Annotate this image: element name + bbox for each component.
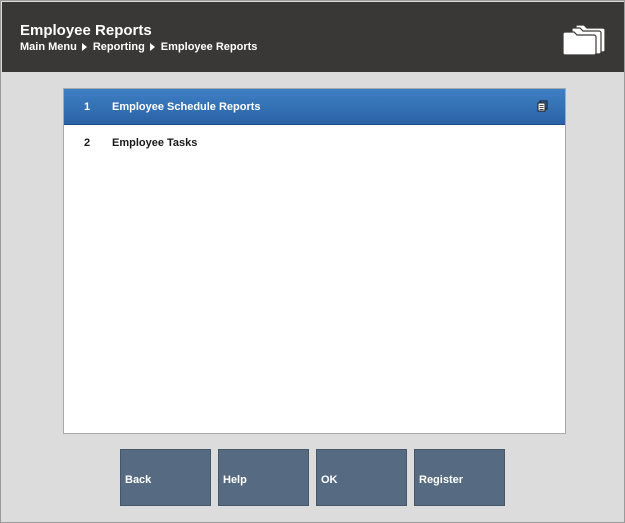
folder-stack-icon: [562, 24, 606, 55]
page-title: Employee Reports: [20, 22, 152, 39]
breadcrumb-item-reporting: Reporting: [92, 41, 145, 53]
app-window: Employee Reports Main Menu Reporting Emp…: [0, 0, 625, 523]
back-button[interactable]: Back: [120, 449, 211, 506]
breadcrumb-separator-icon: [81, 43, 87, 51]
list-item-employee-tasks[interactable]: 2 Employee Tasks: [64, 125, 565, 160]
header-bar: Employee Reports Main Menu Reporting Emp…: [2, 2, 624, 72]
list-item-label: Employee Schedule Reports: [112, 100, 261, 113]
menu-list: 1 Employee Schedule Reports 2 Employee T…: [63, 88, 566, 434]
list-item-number: 2: [84, 136, 91, 149]
list-item-number: 1: [84, 100, 91, 113]
list-item-label: Employee Tasks: [112, 136, 198, 149]
breadcrumb-item-main-menu: Main Menu: [20, 41, 77, 53]
submenu-icon: [537, 100, 548, 112]
ok-button[interactable]: OK: [316, 449, 407, 506]
list-item-employee-schedule-reports[interactable]: 1 Employee Schedule Reports: [64, 89, 565, 125]
breadcrumb: Main Menu Reporting Employee Reports: [20, 40, 257, 54]
breadcrumb-separator-icon: [149, 43, 155, 51]
help-button[interactable]: Help: [218, 449, 309, 506]
button-bar: Back Help OK Register: [120, 449, 505, 507]
breadcrumb-item-employee-reports: Employee Reports: [160, 41, 258, 53]
register-button[interactable]: Register: [414, 449, 505, 506]
